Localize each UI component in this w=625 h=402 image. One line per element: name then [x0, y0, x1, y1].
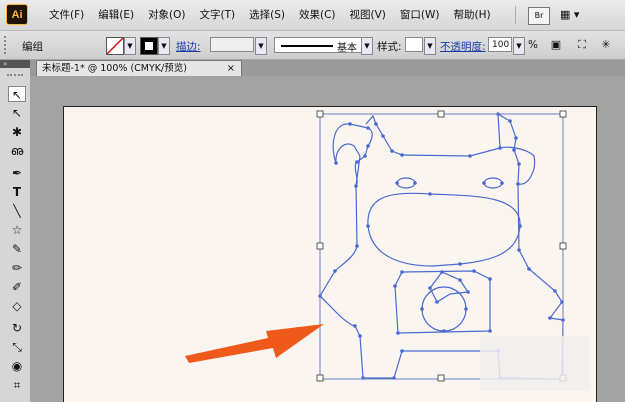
stroke-style-dropdown[interactable]: ▼	[361, 37, 373, 55]
tools-panel-grip[interactable]	[7, 74, 23, 79]
menu-edit[interactable]: 编辑(E)	[91, 0, 141, 30]
stroke-swatch[interactable]	[140, 37, 158, 55]
stroke-link[interactable]: 描边:	[176, 39, 201, 54]
line-tool-icon[interactable]: ╲	[8, 203, 26, 219]
tools-panel-collapse[interactable]: »	[0, 60, 30, 68]
stroke-profile-select[interactable]: 基本	[274, 37, 370, 54]
stroke-weight-dropdown[interactable]: ▼	[255, 37, 267, 55]
document-tab-title: 未标题-1* @ 100% (CMYK/预览)	[42, 63, 187, 74]
stroke-line-preview	[281, 45, 333, 47]
stroke-dropdown[interactable]: ▼	[158, 37, 170, 55]
artwork[interactable]	[30, 76, 625, 402]
menu-object[interactable]: 对象(O)	[141, 0, 192, 30]
bridge-button[interactable]: Br	[528, 7, 550, 25]
selection-mode-label: 编组	[22, 41, 43, 53]
opacity-input[interactable]: 100	[488, 37, 512, 52]
document-tab-bar: 未标题-1* @ 100% (CMYK/预览) ×	[30, 60, 625, 76]
rotate-tool-icon[interactable]: ↻	[8, 320, 26, 336]
pen-tool-icon[interactable]: ✒	[8, 165, 26, 181]
selection-tool-icon[interactable]: ↖	[8, 86, 26, 102]
fill-swatch[interactable]	[106, 37, 124, 55]
menu-view[interactable]: 视图(V)	[343, 0, 393, 30]
opacity-unit: %	[528, 39, 538, 51]
watermark-blur	[480, 336, 590, 391]
annotation-arrow	[185, 324, 324, 363]
menu-type[interactable]: 文字(T)	[193, 0, 243, 30]
menu-bar: Ai 文件(F) 编辑(E) 对象(O) 文字(T) 选择(S) 效果(C) 视…	[0, 0, 625, 31]
control-bar: 编组 ▼ ▼ 描边: ▼ 基本 ▼ 样式: ▼ 不透明度: 100 ▼ % ▣ …	[0, 31, 625, 60]
app-logo: Ai	[6, 4, 28, 25]
menu-divider	[515, 6, 516, 24]
opacity-dropdown[interactable]: ▼	[513, 37, 525, 55]
tools-panel: » ↖ ↖ ✱ ഌ ✒ T ╲ ☆ ✎ ✏ ✐ ◇ ↻ ⤡ ◉ ⌗	[0, 60, 31, 402]
menu-window[interactable]: 窗口(W)	[393, 0, 447, 30]
warp-tool-icon[interactable]: ◉	[8, 358, 26, 374]
direct-selection-tool-icon[interactable]: ↖	[8, 105, 26, 121]
arrange-documents-icon[interactable]: ▦ ▾	[560, 7, 594, 23]
graphic-style-dropdown[interactable]: ▼	[424, 37, 436, 55]
document-tab[interactable]: 未标题-1* @ 100% (CMYK/预览) ×	[36, 60, 242, 76]
magic-wand-tool-icon[interactable]: ✱	[8, 124, 26, 140]
menu-help[interactable]: 帮助(H)	[447, 0, 498, 30]
scale-tool-icon[interactable]: ⤡	[8, 339, 26, 355]
stroke-style-label: 基本	[337, 43, 357, 54]
menu-items: 文件(F) 编辑(E) 对象(O) 文字(T) 选择(S) 效果(C) 视图(V…	[42, 0, 498, 30]
recolor-artwork-icon[interactable]: ▣	[548, 37, 564, 53]
none-fill-icon	[106, 37, 124, 55]
style-label: 样式:	[377, 41, 402, 53]
brush-tool-icon[interactable]: ✎	[8, 241, 26, 257]
type-tool-icon[interactable]: T	[8, 184, 26, 200]
pencil-tool-icon[interactable]: ✏	[8, 260, 26, 276]
close-tab-icon[interactable]: ×	[227, 61, 235, 76]
star-tool-icon[interactable]: ☆	[8, 222, 26, 238]
transform-options-icon[interactable]: ✳	[598, 37, 614, 53]
menu-effect[interactable]: 效果(C)	[292, 0, 343, 30]
free-transform-tool-icon[interactable]: ⌗	[8, 377, 26, 393]
lasso-tool-icon[interactable]: ഌ	[8, 143, 26, 159]
stroke-weight-field[interactable]	[210, 37, 254, 52]
canvas-area[interactable]	[30, 76, 625, 402]
eraser-tool-icon[interactable]: ◇	[8, 298, 26, 314]
align-icon[interactable]: ⛶	[574, 37, 590, 53]
graphic-style-swatch[interactable]	[405, 37, 423, 52]
fill-dropdown[interactable]: ▼	[124, 37, 136, 55]
stroke-swatch-inner	[145, 42, 153, 50]
menu-file[interactable]: 文件(F)	[42, 0, 91, 30]
blob-brush-tool-icon[interactable]: ✐	[8, 279, 26, 295]
opacity-link[interactable]: 不透明度:	[440, 39, 486, 54]
menu-select[interactable]: 选择(S)	[242, 0, 292, 30]
panel-grip[interactable]	[4, 36, 9, 54]
